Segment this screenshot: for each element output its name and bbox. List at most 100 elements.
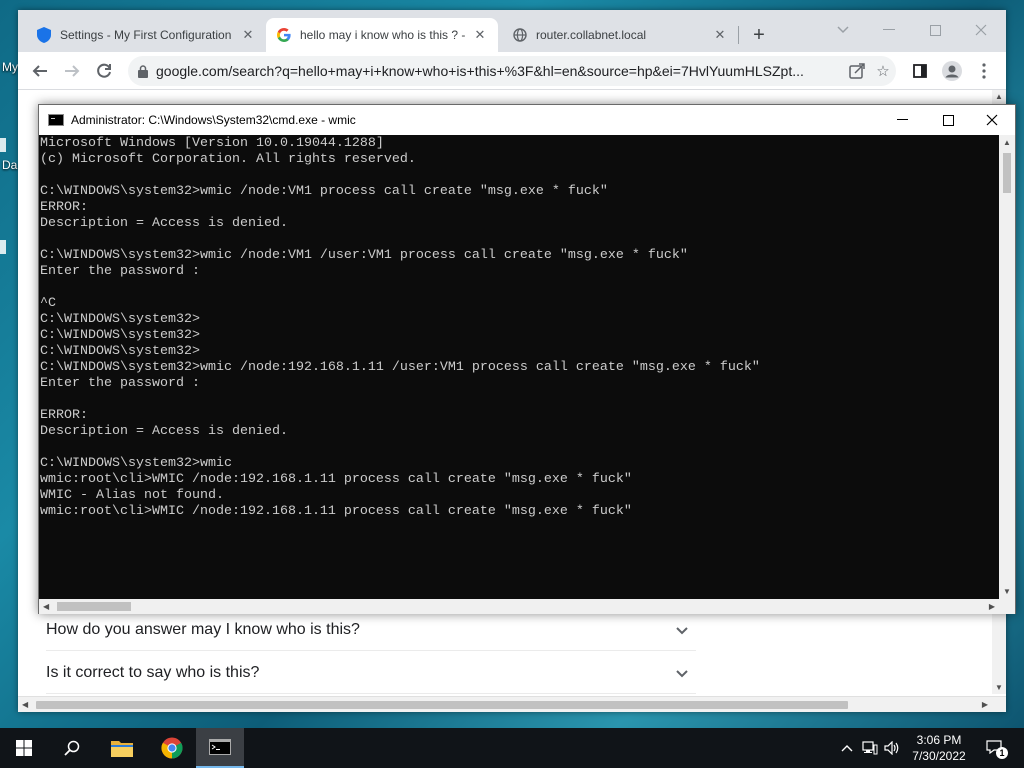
scroll-up-icon[interactable]: ▲ <box>1003 138 1011 147</box>
reload-icon <box>97 63 111 78</box>
console-line: C:\WINDOWS\system32> <box>40 312 200 327</box>
minimize-button[interactable] <box>866 16 912 44</box>
search-icon <box>64 740 80 756</box>
desktop-icon[interactable] <box>0 240 6 254</box>
console-line: ERROR: <box>40 408 88 423</box>
tab-google-search[interactable]: hello may i know who is this ? - Goo ✕ <box>266 18 498 52</box>
console-line: Enter the password : <box>40 264 200 279</box>
cmd-window: Administrator: C:\Windows\System32\cmd.e… <box>38 104 1016 614</box>
file-explorer-button[interactable] <box>98 728 146 768</box>
scroll-down-icon[interactable]: ▼ <box>1003 587 1011 596</box>
desktop-label-my: My <box>2 60 18 74</box>
cmd-minimize-button[interactable] <box>879 105 925 135</box>
tab-strip: Settings - My First Configuration ✕ hell… <box>18 10 1006 52</box>
kebab-menu-icon <box>982 63 986 79</box>
back-button[interactable] <box>26 57 54 85</box>
network-button[interactable] <box>860 728 880 768</box>
scrollbar-thumb[interactable] <box>1003 153 1011 193</box>
cmd-horizontal-scrollbar[interactable]: ◀ ▶ <box>39 599 999 614</box>
action-center-button[interactable]: 1 <box>980 728 1010 768</box>
forward-button[interactable] <box>58 57 86 85</box>
search-button[interactable] <box>48 728 96 768</box>
cmd-taskbar-button[interactable] <box>196 728 244 768</box>
tab-title: Settings - My First Configuration <box>60 28 232 42</box>
console-line: C:\WINDOWS\system32>wmic /node:VM1 proce… <box>40 184 608 199</box>
console-line: Description = Access is denied. <box>40 424 288 439</box>
globe-icon <box>512 27 528 43</box>
google-icon <box>276 27 292 43</box>
tab-search-button[interactable] <box>820 16 866 44</box>
clock-time: 3:06 PM <box>916 733 962 747</box>
scroll-left-icon[interactable]: ◀ <box>22 700 28 709</box>
side-panel-button[interactable] <box>906 57 934 85</box>
console-line: (c) Microsoft Corporation. All rights re… <box>40 152 416 167</box>
show-hidden-icons-button[interactable] <box>838 728 856 768</box>
lock-icon <box>138 64 148 78</box>
shield-icon <box>36 27 52 43</box>
network-icon <box>862 741 878 755</box>
console-line: ERROR: <box>40 200 88 215</box>
faq-item[interactable]: Is it correct to say who is this? <box>46 652 696 694</box>
share-icon[interactable] <box>844 63 870 79</box>
reload-button[interactable] <box>90 57 118 85</box>
chevron-down-icon <box>676 622 696 638</box>
faq-question: How do you answer may I know who is this… <box>46 620 360 638</box>
maximize-button[interactable] <box>912 16 958 44</box>
scroll-right-icon[interactable]: ▶ <box>989 602 995 611</box>
scroll-down-icon[interactable]: ▼ <box>995 683 1003 692</box>
cmd-maximize-button[interactable] <box>925 105 971 135</box>
notification-badge: 1 <box>996 747 1008 759</box>
tab-separator <box>738 26 739 44</box>
scroll-left-icon[interactable]: ◀ <box>43 602 49 611</box>
bookmark-star-icon[interactable]: ☆ <box>870 62 896 80</box>
page-horizontal-scrollbar[interactable]: ◀ ▶ <box>18 696 1006 712</box>
console-output[interactable]: Microsoft Windows [Version 10.0.19044.12… <box>39 135 999 599</box>
new-tab-button[interactable]: + <box>748 24 770 46</box>
chevron-down-icon <box>676 665 696 681</box>
console-line: wmic:root\cli>WMIC /node:192.168.1.11 pr… <box>40 472 632 487</box>
cmd-close-button[interactable] <box>969 105 1015 135</box>
chevron-up-icon <box>841 745 853 752</box>
desktop-icon[interactable] <box>0 138 6 152</box>
chrome-icon <box>161 737 183 759</box>
console-icon <box>48 114 64 126</box>
console-line: C:\WINDOWS\system32>wmic /node:VM1 /user… <box>40 248 688 263</box>
start-button[interactable] <box>0 728 48 768</box>
windows-logo-icon <box>16 740 32 756</box>
clock[interactable]: 3:06 PM 7/30/2022 <box>898 732 980 764</box>
chrome-taskbar-button[interactable] <box>148 728 196 768</box>
scroll-right-icon[interactable]: ▶ <box>982 700 988 709</box>
close-tab-icon[interactable]: ✕ <box>712 27 728 43</box>
console-line: Enter the password : <box>40 376 200 391</box>
console-line: C:\WINDOWS\system32> <box>40 344 200 359</box>
address-bar[interactable]: google.com/search?q=hello+may+i+know+who… <box>128 56 896 86</box>
resize-corner[interactable] <box>999 599 1015 614</box>
tab-router[interactable]: router.collabnet.local ✕ <box>502 18 738 52</box>
cmd-title: Administrator: C:\Windows\System32\cmd.e… <box>71 113 356 127</box>
scrollbar-thumb[interactable] <box>57 602 131 611</box>
tab-settings[interactable]: Settings - My First Configuration ✕ <box>26 18 266 52</box>
scrollbar-thumb[interactable] <box>36 701 848 709</box>
back-arrow-icon <box>32 65 47 77</box>
close-tab-icon[interactable]: ✕ <box>240 27 256 43</box>
console-line: wmic:root\cli>WMIC /node:192.168.1.11 pr… <box>40 504 632 519</box>
profile-button[interactable] <box>938 57 966 85</box>
scroll-up-icon[interactable]: ▲ <box>995 92 1003 101</box>
forward-arrow-icon <box>65 65 80 77</box>
console-line: Description = Access is denied. <box>40 216 288 231</box>
cmd-vertical-scrollbar[interactable]: ▲ ▼ <box>999 135 1015 599</box>
console-line: C:\WINDOWS\system32> <box>40 328 200 343</box>
console-line: WMIC - Alias not found. <box>40 488 224 503</box>
faq-question: Is it correct to say who is this? <box>46 663 260 681</box>
close-window-button[interactable] <box>958 16 1004 44</box>
clock-date: 7/30/2022 <box>912 749 966 763</box>
cmd-title-bar[interactable]: Administrator: C:\Windows\System32\cmd.e… <box>39 105 1015 135</box>
close-tab-icon[interactable]: ✕ <box>472 27 488 43</box>
faq-item[interactable]: How do you answer may I know who is this… <box>46 609 696 651</box>
tab-title: hello may i know who is this ? - Goo <box>300 28 466 42</box>
menu-button[interactable] <box>970 57 998 85</box>
